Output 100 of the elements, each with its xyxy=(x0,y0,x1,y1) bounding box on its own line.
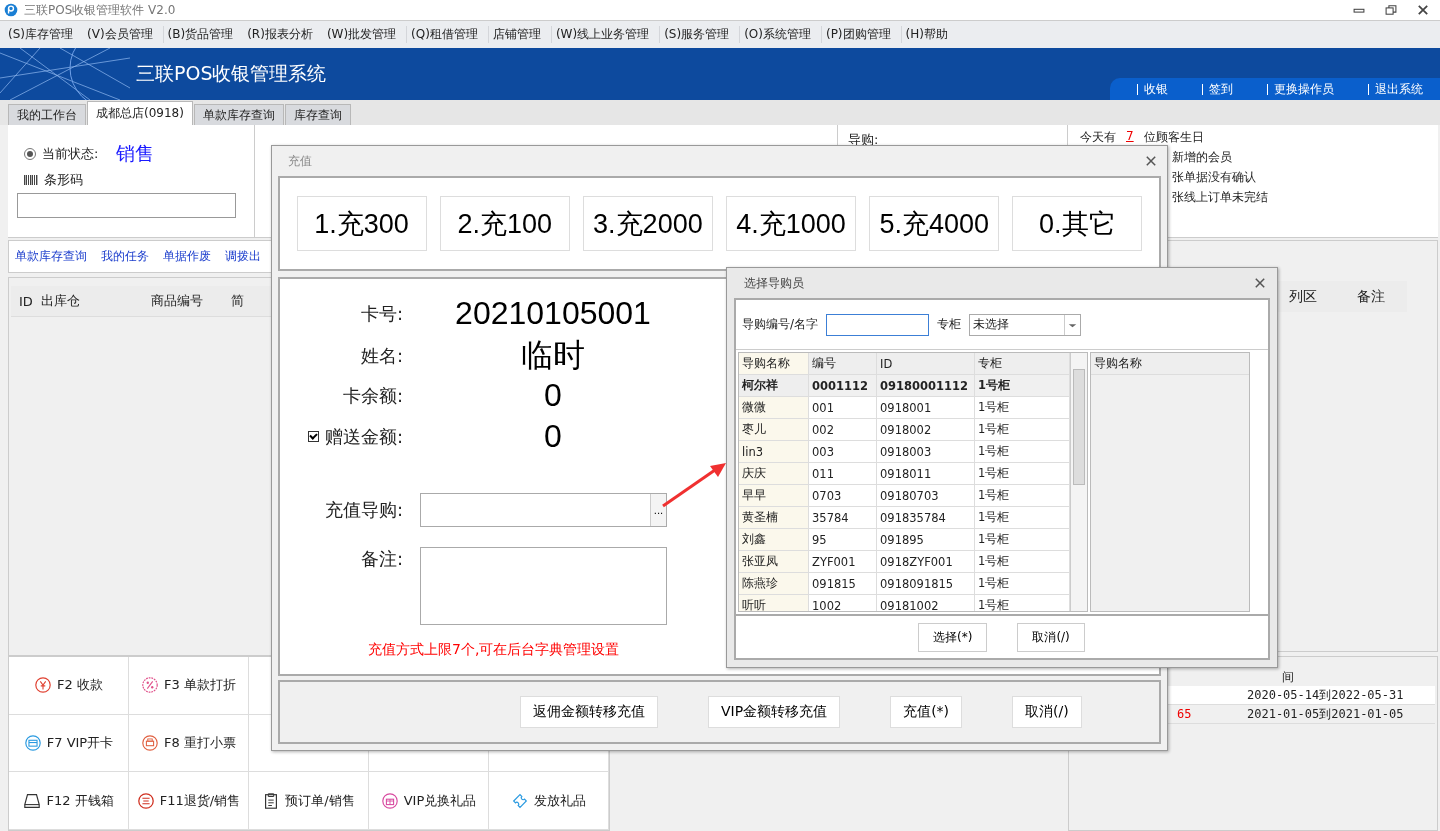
table-cell: lin3 xyxy=(739,441,809,462)
restore-icon[interactable] xyxy=(1384,3,1398,17)
column-header: 导购名称 xyxy=(739,353,809,374)
table-row[interactable]: 枣儿 002 0918002 1号柜 xyxy=(739,419,1070,441)
table-row[interactable]: lin3 003 0918003 1号柜 xyxy=(739,441,1070,463)
function-button[interactable]: 预订单/销售 xyxy=(249,772,369,830)
table-row[interactable]: 柯尔祥 0001112 09180001112 1号柜 xyxy=(739,375,1070,397)
menu-item[interactable]: (O)系统管理 xyxy=(744,26,811,43)
table-cell: 微微 xyxy=(739,397,809,418)
table-cell: 陈燕珍 xyxy=(739,573,809,594)
header-link[interactable]: 更换操作员 xyxy=(1267,83,1334,95)
menu-item[interactable]: (S)库存管理 xyxy=(8,26,73,43)
field-label: 赠送金额: xyxy=(324,424,403,449)
annotation-arrow xyxy=(662,463,726,508)
function-button[interactable]: 发放礼品 xyxy=(489,772,609,830)
notice-text: 张线上订单未完结 xyxy=(1172,189,1268,206)
notice-text: 新增的会员 xyxy=(1172,149,1232,166)
guide-field[interactable]: ... xyxy=(420,493,667,527)
tab[interactable]: 我的工作台 xyxy=(8,104,86,125)
function-button[interactable]: F12 开钱箱 xyxy=(9,772,129,830)
field-value: 0 xyxy=(543,418,563,455)
scrollbar[interactable] xyxy=(1070,353,1087,611)
search-field[interactable] xyxy=(826,313,930,336)
menu-item[interactable]: (W)批发管理 xyxy=(326,26,397,43)
function-button[interactable]: F3 单款打折 xyxy=(129,657,249,715)
count-link[interactable]: 7 xyxy=(1126,129,1134,146)
table-cell: 09181002 xyxy=(877,595,975,611)
yen-icon xyxy=(34,676,53,695)
field-label: 姓名: xyxy=(360,344,403,368)
tab[interactable]: 库存查询 xyxy=(284,104,351,125)
quick-link[interactable]: 单款库存查询 xyxy=(15,248,87,265)
table-row[interactable]: 听听 1002 09181002 1号柜 xyxy=(739,595,1070,611)
preset-button[interactable]: 3.充2000 xyxy=(582,196,713,251)
menu-item[interactable]: (B)货品管理 xyxy=(167,26,234,43)
table-cell: 2021-01-05到2021-01-05 xyxy=(1247,705,1404,723)
table-row[interactable]: 微微 001 0918001 1号柜 xyxy=(739,397,1070,419)
menu-item[interactable]: (H)帮助 xyxy=(905,26,948,43)
barcode-icon xyxy=(24,175,38,185)
table-cell: 091835784 xyxy=(877,507,975,528)
menu-item[interactable]: (P)团购管理 xyxy=(825,26,891,43)
preset-button[interactable]: 4.充1000 xyxy=(726,196,857,251)
table-row[interactable]: 刘鑫 95 091895 1号柜 xyxy=(739,529,1070,551)
dialog-button[interactable]: 返佣金额转移充值 xyxy=(520,696,658,728)
preset-button[interactable]: 5.充4000 xyxy=(869,196,1000,251)
header-link[interactable]: 退出系统 xyxy=(1368,83,1423,95)
table-cell: 001 xyxy=(809,397,877,418)
table-row[interactable]: 早早 0703 09180703 1号柜 xyxy=(739,485,1070,507)
table-cell: 枣儿 xyxy=(739,419,809,440)
dialog-button[interactable]: 充值(*) xyxy=(890,696,963,728)
barcode-field[interactable] xyxy=(17,193,236,218)
dialog-button[interactable]: 取消(/) xyxy=(1017,622,1085,652)
preset-button[interactable]: 0.其它 xyxy=(1012,196,1143,251)
table-cell: 95 xyxy=(809,529,877,550)
function-button[interactable]: F8 重打小票 xyxy=(129,714,249,773)
menu-item[interactable]: (Q)租借管理 xyxy=(411,26,478,43)
quick-link[interactable]: 单据作废 xyxy=(163,248,211,265)
tab[interactable]: 成都总店(0918) xyxy=(87,101,193,125)
dialog-button[interactable]: 取消(/) xyxy=(1012,696,1082,728)
dialog-button[interactable]: 选择(*) xyxy=(918,622,988,652)
dialog-title: 充值 xyxy=(288,152,312,170)
menu-item[interactable]: (V)会员管理 xyxy=(87,26,153,43)
dialog-button[interactable]: VIP金额转移充值 xyxy=(708,696,841,728)
table-row[interactable]: 庆庆 011 0918011 1号柜 xyxy=(739,463,1070,485)
browse-button[interactable]: ... xyxy=(650,494,666,526)
menu-item[interactable]: (S)服务管理 xyxy=(664,26,730,43)
function-button[interactable]: F7 VIP开卡 xyxy=(9,714,129,773)
table-cell: 早早 xyxy=(739,485,809,506)
table-cell: 091815 xyxy=(809,573,877,594)
preset-button[interactable]: 2.充100 xyxy=(439,196,570,251)
quick-link[interactable]: 我的任务 xyxy=(101,248,149,265)
tab[interactable]: 单款库存查询 xyxy=(193,104,284,125)
status-value: 销售 xyxy=(116,141,155,166)
table-cell: 黄圣楠 xyxy=(739,507,809,528)
quick-link[interactable]: 调拨出 xyxy=(225,248,261,265)
close-icon[interactable] xyxy=(1416,3,1430,17)
checkbox[interactable] xyxy=(307,431,319,442)
table-cell: 0918003 xyxy=(877,441,975,462)
scroll-thumb[interactable] xyxy=(1073,369,1085,485)
function-button[interactable]: F11退货/销售 xyxy=(129,772,249,830)
column-header: ID xyxy=(18,293,33,309)
preset-button[interactable]: 1.充300 xyxy=(296,196,427,251)
table-cell: 091895 xyxy=(877,529,975,550)
table-cell: 听听 xyxy=(739,595,809,611)
function-button[interactable]: VIP兑换礼品 xyxy=(369,772,489,830)
table-cell: 003 xyxy=(809,441,877,462)
header-link[interactable]: 收银 xyxy=(1137,83,1168,95)
function-button[interactable]: F2 收款 xyxy=(9,657,129,715)
header-link[interactable]: 签到 xyxy=(1202,83,1233,95)
table-row[interactable]: 张亚凤 ZYF001 0918ZYF001 1号柜 xyxy=(739,551,1070,573)
table-cell: 刘鑫 xyxy=(739,529,809,550)
menu-item[interactable]: (W)线上业务管理 xyxy=(555,26,650,43)
table-row[interactable]: 黄圣楠 35784 091835784 1号柜 xyxy=(739,507,1070,529)
close-icon[interactable] xyxy=(1254,277,1266,289)
menu-item[interactable]: (R)报表分析 xyxy=(247,26,313,43)
counter-dropdown[interactable]: 未选择 xyxy=(969,313,1082,336)
close-icon[interactable] xyxy=(1145,155,1157,167)
app-logo-icon xyxy=(4,3,18,17)
note-field[interactable] xyxy=(420,547,667,625)
table-row[interactable]: 陈燕珍 091815 0918091815 1号柜 xyxy=(739,573,1070,595)
menu-item[interactable]: 店铺管理 xyxy=(492,26,541,43)
